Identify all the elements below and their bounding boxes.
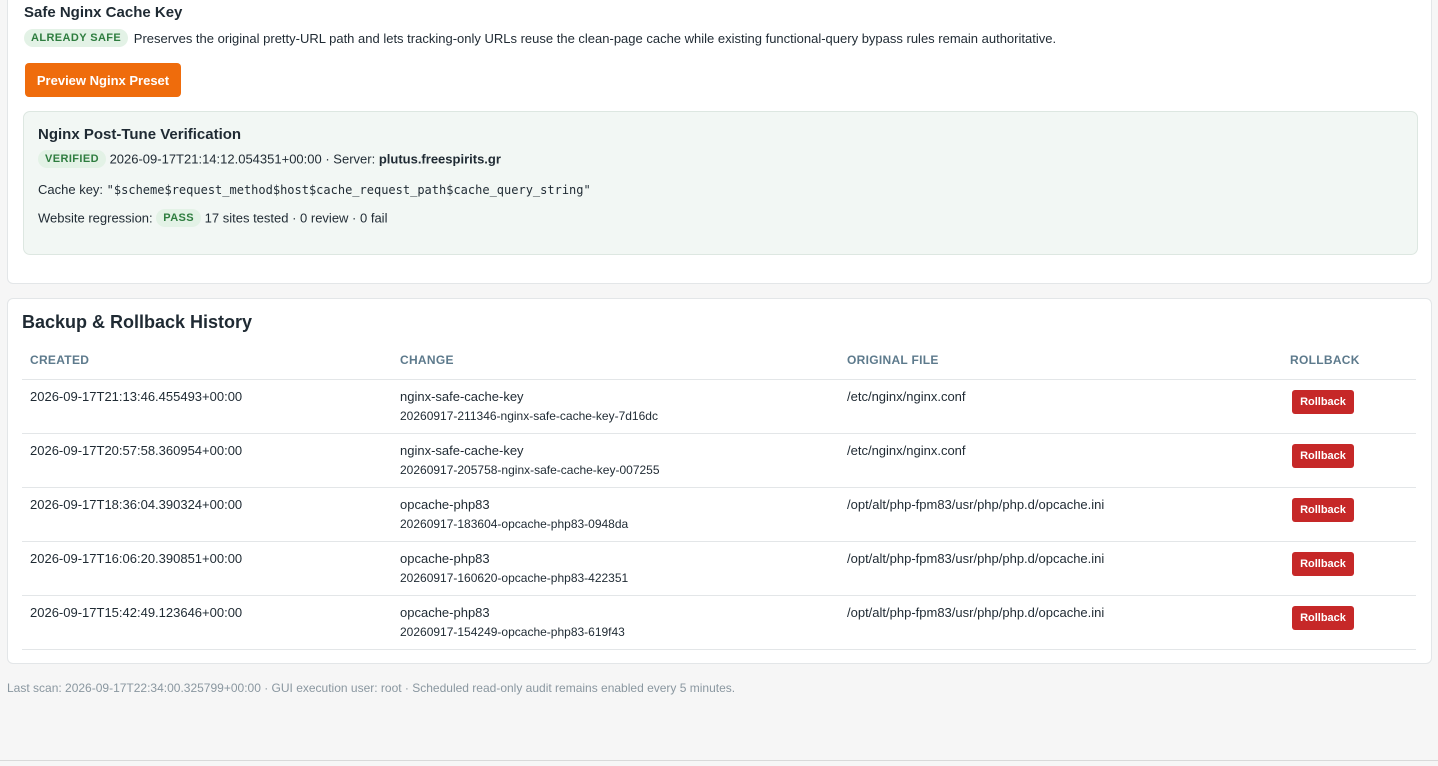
change-cell: opcache-php83 20260917-183604-opcache-php…: [392, 487, 839, 542]
change-name: opcache-php83: [400, 496, 490, 512]
change-name: nginx-safe-cache-key: [400, 388, 524, 404]
bottom-divider: [0, 760, 1438, 761]
safe-status-row: ALREADY SAFE Preserves the original pret…: [24, 29, 1056, 47]
column-header-rollback: ROLLBACK: [1282, 342, 1416, 380]
file-cell: /etc/nginx/nginx.conf: [839, 379, 1282, 434]
rollback-button[interactable]: Rollback: [1292, 497, 1354, 522]
rollback-button[interactable]: Rollback: [1292, 551, 1354, 576]
rollback-button[interactable]: Rollback: [1292, 443, 1354, 468]
cache-key-label: Cache key:: [38, 182, 104, 197]
regression-summary: 17 sites tested · 0 review · 0 fail: [204, 210, 388, 226]
created-cell: 2026-09-17T18:36:04.390324+00:00: [22, 487, 392, 542]
verification-panel: Nginx Post-Tune Verification VERIFIED 20…: [23, 111, 1418, 255]
change-cell: nginx-safe-cache-key 20260917-205758-ngin…: [392, 433, 839, 488]
change-id: 20260917-160620-opcache-php83-422351: [400, 570, 629, 585]
column-header-created: CREATED: [22, 342, 392, 380]
change-name: opcache-php83: [400, 604, 490, 620]
change-id: 20260917-183604-opcache-php83-0948da: [400, 516, 629, 531]
pass-badge: PASS: [156, 209, 202, 227]
verified-badge: VERIFIED: [38, 150, 106, 168]
file-cell: /opt/alt/php-fpm83/usr/php/php.d/opcache…: [839, 595, 1282, 650]
safe-cache-key-card: Safe Nginx Cache Key ALREADY SAFE Preser…: [7, 0, 1432, 284]
verification-title: Nginx Post-Tune Verification: [38, 126, 242, 143]
created-cell: 2026-09-17T20:57:58.360954+00:00: [22, 433, 392, 488]
change-cell: nginx-safe-cache-key 20260917-211346-ngin…: [392, 379, 839, 434]
server-label: · Server:: [325, 151, 376, 167]
created-cell: 2026-09-17T15:42:49.123646+00:00: [22, 595, 392, 650]
change-id: 20260917-205758-nginx-safe-cache-key-007…: [400, 462, 660, 477]
column-header-change: CHANGE: [392, 342, 839, 380]
regression-line: Website regression: PASS 17 sites tested…: [38, 209, 387, 227]
table-row: 2026-09-17T16:06:20.390851+00:00 opcache…: [22, 541, 1416, 596]
change-cell: opcache-php83 20260917-160620-opcache-php…: [392, 541, 839, 596]
section-title: Safe Nginx Cache Key: [24, 4, 183, 21]
verification-timestamp: 2026-09-17T21:14:12.054351+00:00: [109, 151, 322, 167]
change-cell: opcache-php83 20260917-154249-opcache-php…: [392, 595, 839, 650]
rollback-cell: Rollback: [1282, 487, 1416, 542]
created-cell: 2026-09-17T21:13:46.455493+00:00: [22, 379, 392, 434]
file-cell: /etc/nginx/nginx.conf: [839, 433, 1282, 488]
history-title: Backup & Rollback History: [22, 312, 253, 332]
column-header-original-file: ORIGINAL FILE: [839, 342, 1282, 380]
table-row: 2026-09-17T18:36:04.390324+00:00 opcache…: [22, 487, 1416, 542]
table-row: 2026-09-17T20:57:58.360954+00:00 nginx-s…: [22, 433, 1416, 488]
server-name: plutus.freespirits.gr: [378, 151, 501, 167]
rollback-cell: Rollback: [1282, 541, 1416, 596]
cache-key-line: Cache key: "$scheme$request_method$host$…: [38, 182, 591, 197]
footer-status: Last scan: 2026-09-17T22:34:00.325799+00…: [7, 681, 736, 695]
page: Safe Nginx Cache Key ALREADY SAFE Preser…: [0, 0, 1438, 766]
rollback-cell: Rollback: [1282, 595, 1416, 650]
backup-history-card: Backup & Rollback History CREATED CHANGE…: [7, 298, 1432, 664]
regression-label: Website regression:: [38, 210, 153, 226]
rollback-button[interactable]: Rollback: [1292, 605, 1354, 630]
table-row: 2026-09-17T21:13:46.455493+00:00 nginx-s…: [22, 379, 1416, 434]
safe-description: Preserves the original pretty-URL path a…: [133, 30, 1057, 46]
change-id: 20260917-211346-nginx-safe-cache-key-7d1…: [400, 408, 658, 423]
preview-nginx-preset-button[interactable]: Preview Nginx Preset: [25, 63, 181, 97]
created-cell: 2026-09-17T16:06:20.390851+00:00: [22, 541, 392, 596]
change-name: nginx-safe-cache-key: [400, 442, 524, 458]
file-cell: /opt/alt/php-fpm83/usr/php/php.d/opcache…: [839, 541, 1282, 596]
verification-status-line: VERIFIED 2026-09-17T21:14:12.054351+00:0…: [38, 150, 501, 168]
rollback-cell: Rollback: [1282, 379, 1416, 434]
table-row: 2026-09-17T15:42:49.123646+00:00 opcache…: [22, 595, 1416, 650]
already-safe-badge: ALREADY SAFE: [24, 29, 129, 47]
history-table: CREATED CHANGE ORIGINAL FILE ROLLBACK 20…: [22, 342, 1416, 650]
rollback-cell: Rollback: [1282, 433, 1416, 488]
cache-key-value: "$scheme$request_method$host$cache_reque…: [106, 183, 591, 197]
rollback-button[interactable]: Rollback: [1292, 389, 1354, 414]
change-name: opcache-php83: [400, 550, 490, 566]
file-cell: /opt/alt/php-fpm83/usr/php/php.d/opcache…: [839, 487, 1282, 542]
history-header-row: CREATED CHANGE ORIGINAL FILE ROLLBACK: [22, 342, 1416, 380]
change-id: 20260917-154249-opcache-php83-619f43: [400, 624, 625, 639]
